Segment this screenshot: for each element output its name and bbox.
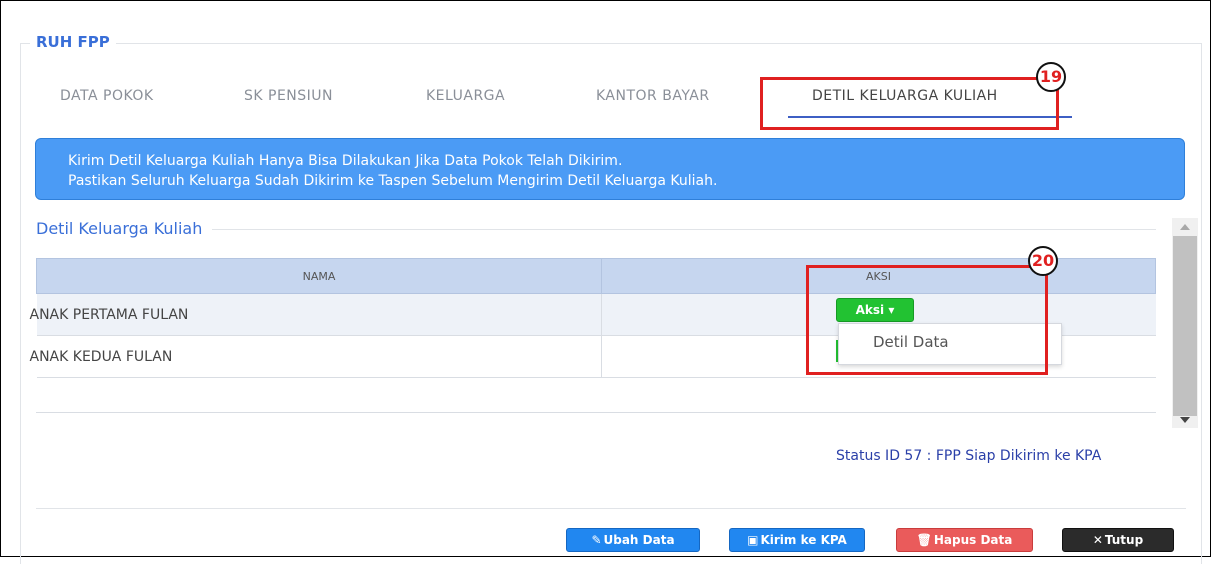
- scroll-thumb[interactable]: [1173, 236, 1197, 416]
- tab-keluarga[interactable]: KELUARGA: [426, 88, 505, 104]
- tab-data-pokok[interactable]: DATA POKOK: [60, 88, 154, 104]
- section-title: Detil Keluarga Kuliah: [36, 219, 213, 238]
- scroll-down-arrow-icon[interactable]: [1180, 417, 1190, 423]
- cell-nama: ANAK PERTAMA FULAN: [30, 293, 602, 336]
- cell-nama: ANAK KEDUA FULAN: [30, 335, 602, 378]
- row-name: ANAK KEDUA FULAN: [29, 348, 173, 365]
- ubah-data-label: Ubah Data: [603, 533, 675, 547]
- tutup-button[interactable]: ✕ Tutup: [1062, 528, 1174, 552]
- trash-icon: 🗑: [916, 533, 932, 547]
- callout-box-tab: [760, 77, 1059, 130]
- tab-sk-pensiun[interactable]: SK PENSIUN: [244, 88, 333, 104]
- kirim-ke-kpa-label: Kirim ke KPA: [760, 533, 847, 547]
- scroll-up-arrow-icon[interactable]: [1180, 224, 1190, 230]
- ubah-data-button[interactable]: ✎ Ubah Data: [566, 528, 700, 552]
- panel-legend: RUH FPP: [30, 33, 116, 51]
- info-line-2: Pastikan Seluruh Keluarga Sudah Dikirim …: [68, 173, 718, 189]
- tutup-label: Tutup: [1104, 533, 1144, 547]
- close-icon: ✕: [1092, 533, 1103, 547]
- hapus-data-label: Hapus Data: [933, 533, 1013, 547]
- table-area-bottom-border: [36, 412, 1156, 413]
- kirim-ke-kpa-button[interactable]: ▣ Kirim ke KPA: [729, 528, 865, 552]
- hapus-data-button[interactable]: 🗑 Hapus Data: [896, 528, 1033, 552]
- header-nama: NAMA: [36, 258, 602, 294]
- save-icon: ▣: [747, 533, 759, 547]
- info-line-1: Kirim Detil Keluarga Kuliah Hanya Bisa D…: [68, 153, 623, 169]
- row-name: ANAK PERTAMA FULAN: [29, 306, 189, 323]
- status-text: Status ID 57 : FPP Siap Dikirim ke KPA: [836, 448, 1102, 464]
- table-scrollbar[interactable]: [1172, 218, 1198, 428]
- edit-icon: ✎: [591, 533, 602, 547]
- info-alert: Kirim Detil Keluarga Kuliah Hanya Bisa D…: [35, 138, 1185, 200]
- tab-kantor-bayar[interactable]: KANTOR BAYAR: [596, 88, 710, 104]
- callout-badge-20: 20: [1028, 246, 1058, 276]
- footer-divider: [36, 508, 1186, 509]
- callout-badge-19: 19: [1036, 62, 1066, 92]
- callout-box-aksi: [806, 265, 1048, 375]
